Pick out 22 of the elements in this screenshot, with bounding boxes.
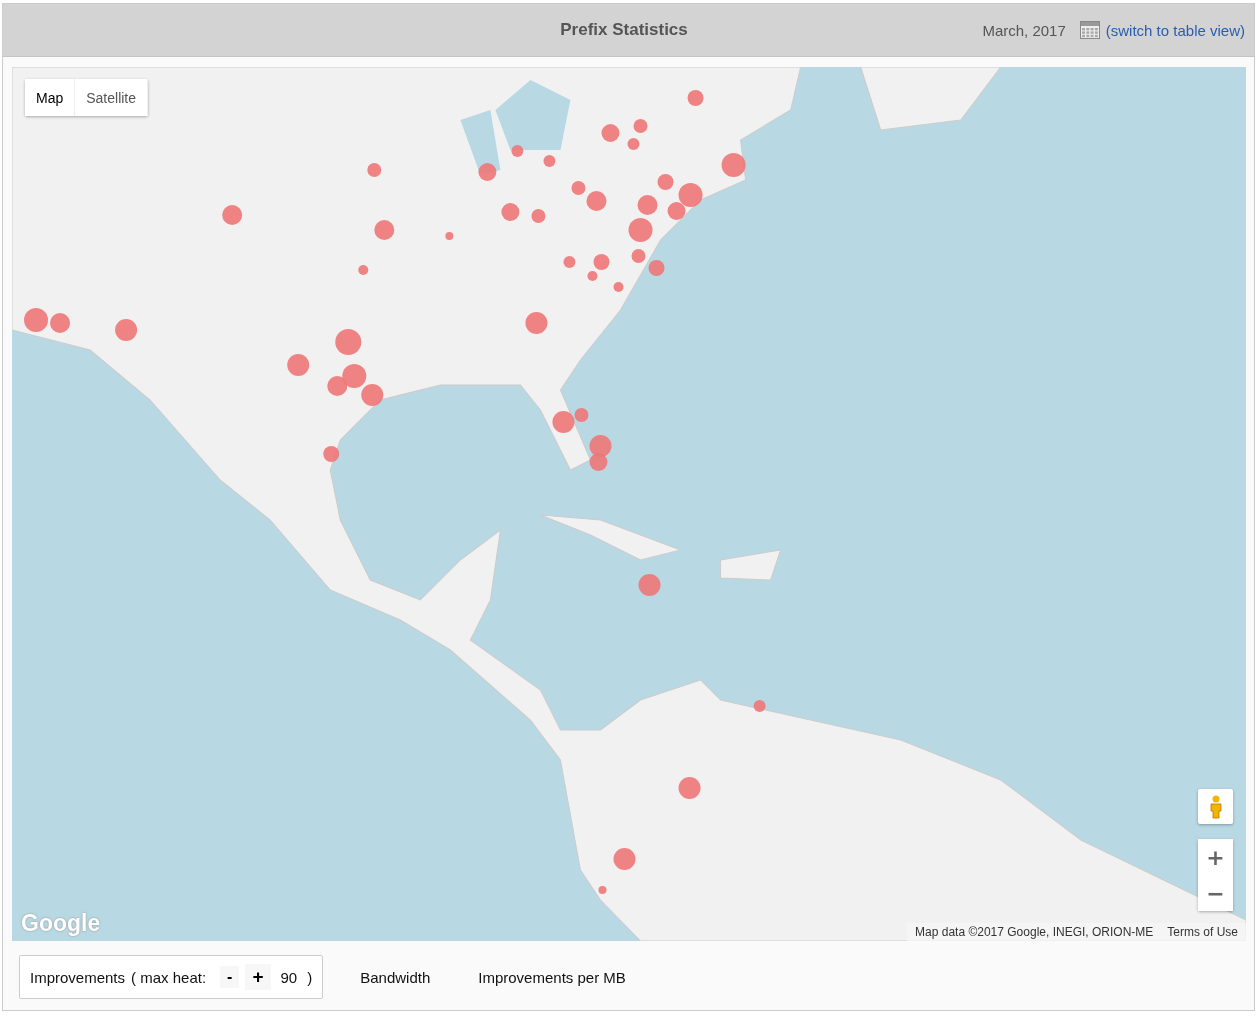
zoom-out-button[interactable]: − — [1198, 875, 1233, 911]
metric-tab[interactable]: Improvements ( max heat: - + 90 ) — [19, 955, 324, 999]
person-icon — [1208, 794, 1223, 819]
max-heat-label: ( max heat: — [131, 968, 207, 986]
map-type-button[interactable]: Satellite — [75, 79, 149, 116]
decrease-button[interactable]: - — [220, 966, 240, 988]
map-type-button[interactable]: Map — [25, 79, 76, 116]
page-title: Prefix Statistics — [560, 20, 688, 40]
map-logo: Google — [21, 910, 101, 937]
table-view-link[interactable]: (switch to table view) — [1105, 21, 1245, 39]
metric-tab[interactable]: Improvements per MB — [467, 959, 637, 995]
period-label: March, 2017 — [982, 21, 1066, 39]
street-view-button[interactable] — [1198, 789, 1233, 824]
metric-tab[interactable]: Bandwidth — [349, 959, 442, 995]
max-heat-value: 90 — [280, 968, 298, 986]
zoom-in-button[interactable]: + — [1198, 839, 1233, 875]
map-attribution: Map data ©2017 Google, INEGI, ORION-ME — [915, 925, 1154, 939]
metric-label: Improvements — [30, 968, 126, 986]
calendar-icon — [1079, 21, 1100, 39]
closing-paren: ) — [307, 968, 313, 986]
increase-button[interactable]: + — [245, 964, 271, 990]
terms-link[interactable]: Terms of Use — [1167, 925, 1238, 939]
